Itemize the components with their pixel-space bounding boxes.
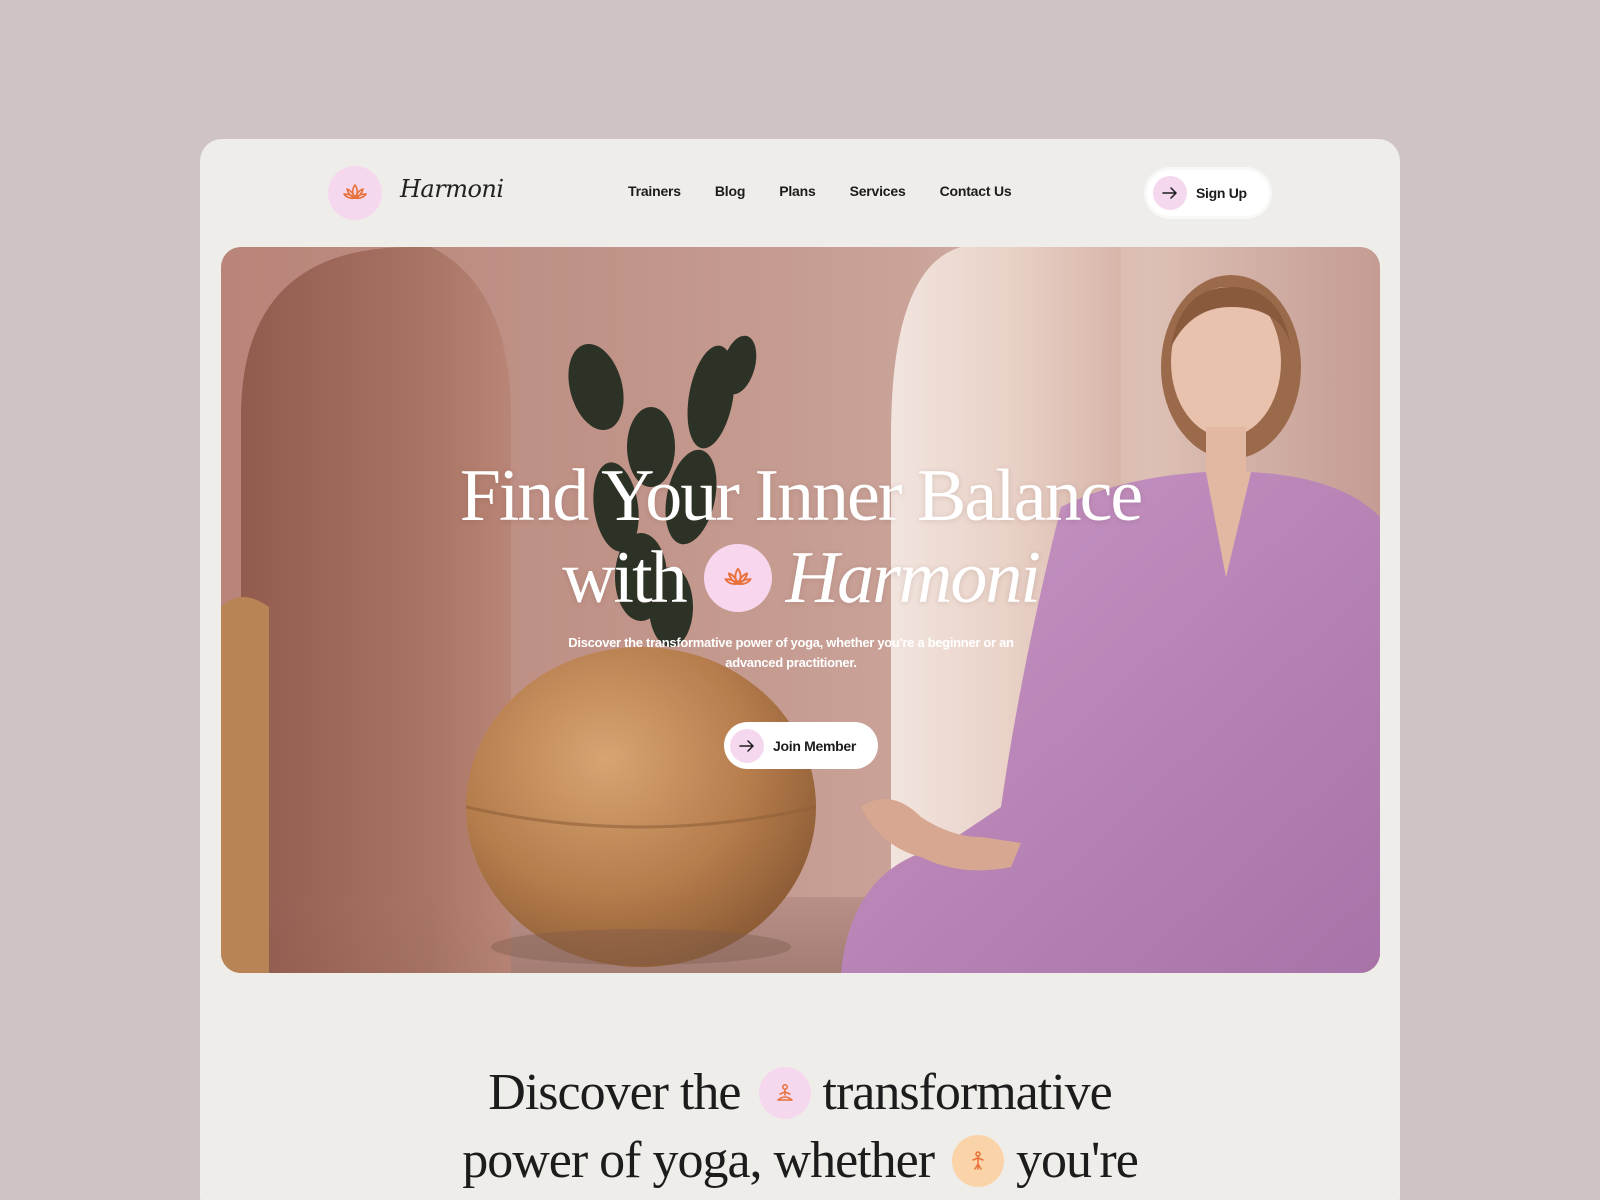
sign-up-label: Sign Up: [1196, 185, 1247, 201]
nav-links: Trainers Blog Plans Services Contact Us: [628, 183, 1012, 199]
lotus-icon: [703, 544, 772, 612]
discover-line2-b: you're: [1016, 1132, 1139, 1189]
hero-subtitle: Discover the transformative power of yog…: [568, 635, 1014, 670]
hero-title-with: with: [562, 537, 688, 619]
arrow-right-icon: [1153, 176, 1187, 210]
arrow-right-icon: [730, 728, 764, 763]
nav-link-contact-us[interactable]: Contact Us: [940, 183, 1012, 199]
discover-line1-a: Discover the: [488, 1064, 741, 1121]
stretch-pose-icon: [952, 1135, 1005, 1187]
discover-heading: Discover the transformative power of yog…: [200, 1059, 1400, 1195]
discover-line2-a: power of yoga, whether: [462, 1132, 935, 1189]
meditation-icon: [758, 1067, 811, 1119]
sign-up-button[interactable]: Sign Up: [1147, 170, 1269, 216]
lotus-icon: [343, 184, 367, 200]
landing-card: Harmoni Trainers Blog Plans Services Con…: [200, 139, 1400, 1200]
brand-name[interactable]: Harmoni: [400, 175, 504, 203]
hero-banner: Find Your Inner Balance with Harmoni Dis…: [221, 247, 1380, 973]
join-member-label: Join Member: [773, 737, 857, 754]
nav-link-services[interactable]: Services: [850, 183, 906, 199]
join-member-button[interactable]: Join Member: [724, 722, 878, 769]
discover-line1-b: transformative: [822, 1064, 1113, 1121]
top-navigation: Harmoni Trainers Blog Plans Services Con…: [200, 139, 1400, 247]
nav-link-plans[interactable]: Plans: [779, 183, 816, 199]
hero-title: Find Your Inner Balance with Harmoni: [221, 455, 1380, 619]
hero-title-brand: Harmoni: [785, 537, 1041, 619]
brand-logo[interactable]: [328, 166, 382, 220]
hero-title-line1: Find Your Inner Balance: [459, 455, 1144, 537]
nav-link-blog[interactable]: Blog: [715, 183, 746, 199]
nav-link-trainers[interactable]: Trainers: [628, 183, 681, 199]
